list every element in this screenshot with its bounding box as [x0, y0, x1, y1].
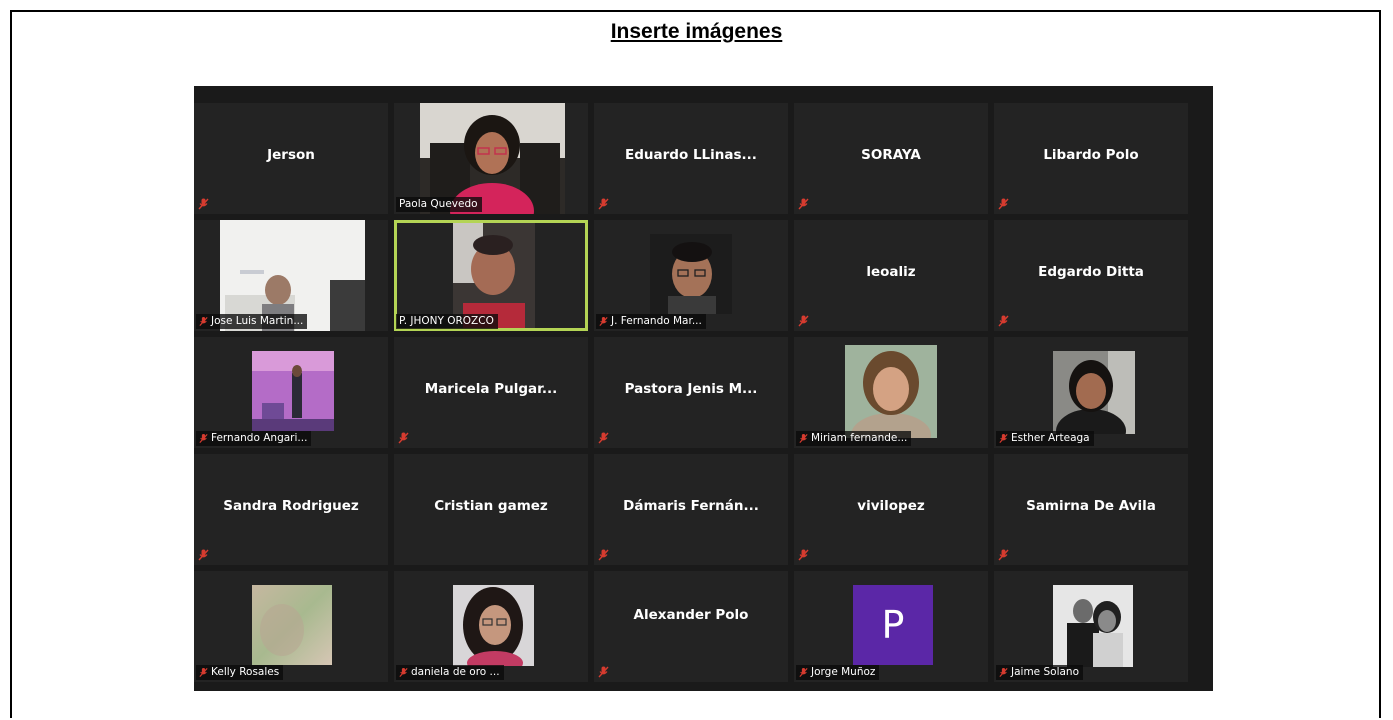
muted-mic-icon: [598, 198, 609, 210]
participant-name: Alexander Polo: [633, 607, 749, 623]
participant-video: [1053, 585, 1133, 667]
participant-tile-samirna[interactable]: Samirna De Avila: [994, 454, 1188, 565]
participant-tile-eduardo[interactable]: Eduardo LLinas...: [594, 103, 788, 214]
muted-mic-icon: [999, 668, 1008, 677]
participant-tile-paola[interactable]: Paola Quevedo: [394, 103, 588, 214]
participant-video: [453, 585, 534, 666]
participant-nametag: Fernando Angari...: [196, 431, 312, 446]
participant-name: Eduardo LLinas...: [625, 147, 757, 163]
muted-mic-icon: [798, 198, 809, 210]
participant-tile-kelly[interactable]: Kelly Rosales: [194, 571, 388, 682]
participant-name: vivilopez: [857, 498, 925, 514]
participant-name: Sandra Rodriguez: [223, 498, 359, 514]
participant-tile-sandra[interactable]: Sandra Rodriguez: [194, 454, 388, 565]
page-title: Inserte imágenes: [610, 20, 783, 43]
muted-mic-icon: [198, 198, 209, 210]
avatar: P: [853, 585, 933, 665]
muted-mic-icon: [598, 432, 609, 444]
participant-tile-miriam[interactable]: Miriam fernande...: [794, 337, 988, 448]
muted-mic-icon: [998, 315, 1009, 327]
participant-name: Jorge Muñoz: [811, 666, 876, 678]
muted-mic-icon: [199, 668, 208, 677]
participant-video: [845, 345, 937, 438]
participant-tile-leoaliz[interactable]: leoaliz: [794, 220, 988, 331]
participant-name: P. JHONY OROZCO: [399, 315, 494, 327]
participant-video: [650, 234, 732, 314]
participant-nametag: Miriam fernande...: [796, 431, 912, 446]
muted-mic-icon: [798, 315, 809, 327]
participant-name: Esther Arteaga: [1011, 432, 1090, 444]
participant-tile-vivilopez[interactable]: vivilopez: [794, 454, 988, 565]
participant-tile-cristian[interactable]: Cristian gamez: [394, 454, 588, 565]
participant-name: Miriam fernande...: [811, 432, 908, 444]
muted-mic-icon: [999, 434, 1008, 443]
participant-tile-pastora-jenis[interactable]: Pastora Jenis M...: [594, 337, 788, 448]
muted-mic-icon: [998, 549, 1009, 561]
participant-name: Pastora Jenis M...: [624, 381, 758, 397]
muted-mic-icon: [199, 434, 208, 443]
muted-mic-icon: [598, 549, 609, 561]
muted-mic-icon: [198, 549, 209, 561]
participant-tile-damaris[interactable]: Dámaris Fernán...: [594, 454, 788, 565]
participant-tile-libardo[interactable]: Libardo Polo: [994, 103, 1188, 214]
participant-tile-jhony-active[interactable]: P. JHONY OROZCO: [394, 220, 588, 331]
participant-tile-daniela[interactable]: daniela de oro ...: [394, 571, 588, 682]
muted-mic-icon: [398, 432, 409, 444]
muted-mic-icon: [799, 434, 808, 443]
muted-mic-icon: [998, 198, 1009, 210]
participant-name: Maricela Pulgar...: [424, 381, 558, 397]
participant-name: Cristian gamez: [434, 498, 548, 514]
participant-name: J. Fernando Mar...: [611, 315, 702, 327]
participant-video: [252, 585, 332, 665]
participant-name: daniela de oro ...: [411, 666, 500, 678]
muted-mic-icon: [799, 668, 808, 677]
participant-nametag: daniela de oro ...: [396, 665, 504, 680]
participant-tile-esther[interactable]: Esther Arteaga: [994, 337, 1188, 448]
participant-name: Jerson: [267, 147, 315, 163]
participant-name: Samirna De Avila: [1026, 498, 1156, 514]
muted-mic-icon: [399, 668, 408, 677]
participant-nametag: Kelly Rosales: [196, 665, 284, 680]
participant-tile-jose-luis[interactable]: Jose Luis Martin...: [194, 220, 388, 331]
participant-nametag: Esther Arteaga: [996, 431, 1094, 446]
participant-tile-jaime[interactable]: Jaime Solano: [994, 571, 1188, 682]
participant-tile-maricela[interactable]: Maricela Pulgar...: [394, 337, 588, 448]
participant-tile-fernando-angari[interactable]: Fernando Angari...: [194, 337, 388, 448]
participant-nametag: Paola Quevedo: [396, 197, 482, 212]
participant-name: Edgardo Ditta: [1038, 264, 1144, 280]
participant-name: Libardo Polo: [1043, 147, 1139, 163]
participant-name: SORAYA: [861, 147, 921, 163]
participant-tile-alexander[interactable]: Alexander Polo: [594, 571, 788, 682]
participant-name: Jose Luis Martin...: [211, 315, 304, 327]
muted-mic-icon: [798, 549, 809, 561]
participant-name: Fernando Angari...: [211, 432, 308, 444]
participant-video: [453, 223, 535, 328]
participant-tile-edgardo[interactable]: Edgardo Ditta: [994, 220, 1188, 331]
participant-nametag: Jose Luis Martin...: [196, 314, 308, 329]
muted-mic-icon: [599, 317, 608, 326]
participant-name: Kelly Rosales: [211, 666, 280, 678]
video-gallery: Jerson Paola Quevedo Eduardo LLinas... S…: [194, 86, 1213, 691]
participant-video: [252, 351, 334, 431]
participant-name: Paola Quevedo: [399, 198, 478, 210]
muted-mic-icon: [199, 317, 208, 326]
participant-nametag: P. JHONY OROZCO: [396, 314, 498, 329]
participant-nametag: J. Fernando Mar...: [596, 314, 706, 329]
participant-nametag: Jaime Solano: [996, 665, 1083, 680]
participant-name: Jaime Solano: [1011, 666, 1079, 678]
participant-tile-j-fernando[interactable]: J. Fernando Mar...: [594, 220, 788, 331]
participant-tile-jorge[interactable]: P Jorge Muñoz: [794, 571, 988, 682]
participant-name: leoaliz: [866, 264, 916, 280]
muted-mic-icon: [598, 666, 609, 678]
participant-nametag: Jorge Muñoz: [796, 665, 880, 680]
participant-name: Dámaris Fernán...: [623, 498, 759, 514]
participant-tile-jerson[interactable]: Jerson: [194, 103, 388, 214]
participant-video: [1053, 351, 1135, 434]
participant-tile-soraya[interactable]: SORAYA: [794, 103, 988, 214]
